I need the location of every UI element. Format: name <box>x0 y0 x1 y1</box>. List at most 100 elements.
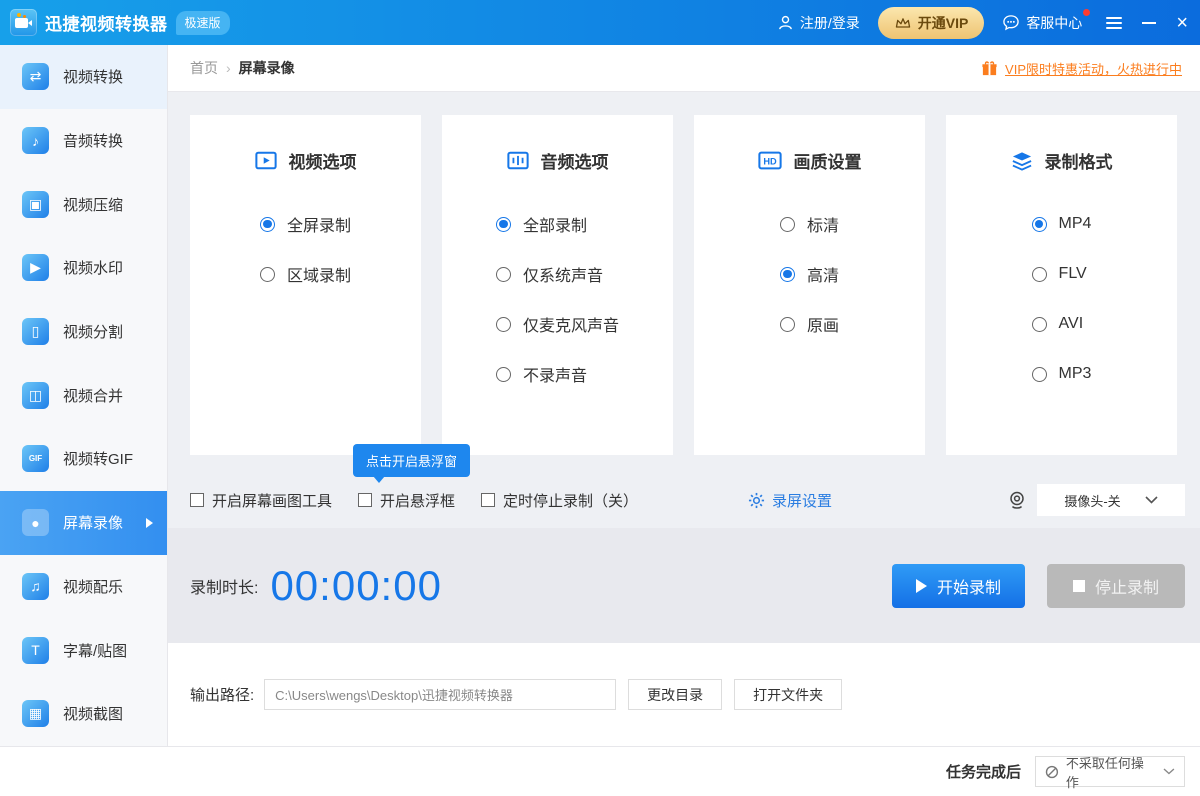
radio-record-all-audio[interactable]: 全部录制 <box>496 199 619 249</box>
gear-icon <box>748 492 765 509</box>
sidebar-item-video-compress[interactable]: ▣ 视频压缩 <box>0 172 167 236</box>
app-title: 迅捷视频转换器 <box>45 10 168 35</box>
sidebar-item-video-merge[interactable]: ◫ 视频合并 <box>0 363 167 427</box>
breadcrumb-home[interactable]: 首页 <box>190 58 218 78</box>
radio-format-mp4[interactable]: MP4 <box>1032 199 1092 249</box>
radio-checked-icon <box>780 267 795 282</box>
radio-no-sound[interactable]: 不录声音 <box>496 349 619 399</box>
minimize-button[interactable] <box>1142 22 1156 24</box>
sidebar-item-label: 视频转GIF <box>63 448 133 469</box>
play-icon <box>916 579 927 593</box>
radio-mic-sound-only[interactable]: 仅麦克风声音 <box>496 299 619 349</box>
record-settings-link[interactable]: 录屏设置 <box>748 490 832 511</box>
sidebar-item-screen-record[interactable]: ● 屏幕录像 <box>0 491 167 555</box>
sidebar-item-video-watermark[interactable]: ▶ 视频水印 <box>0 236 167 300</box>
sidebar-item-video-snapshot[interactable]: ▦ 视频截图 <box>0 682 167 746</box>
svg-text:HD: HD <box>763 157 777 167</box>
open-vip-button[interactable]: 开通VIP <box>878 7 985 39</box>
sidebar-item-label: 视频合并 <box>63 385 123 406</box>
open-vip-label: 开通VIP <box>918 13 969 33</box>
radio-unchecked-icon <box>1032 367 1047 382</box>
timer-section: 录制时长: 00:00:00 开始录制 停止录制 <box>168 528 1200 643</box>
radio-format-flv[interactable]: FLV <box>1032 249 1092 299</box>
radio-format-avi[interactable]: AVI <box>1032 299 1092 349</box>
after-task-select[interactable]: 不采取任何操作 <box>1035 756 1185 787</box>
sidebar-item-label: 字幕/贴图 <box>63 640 127 661</box>
radio-full-screen-record[interactable]: 全屏录制 <box>260 199 351 249</box>
app-logo-icon <box>10 9 37 36</box>
checkbox-unchecked-icon <box>481 493 495 507</box>
breadcrumb-separator: › <box>226 60 231 76</box>
after-task-select-value: 不采取任何操作 <box>1066 753 1156 791</box>
output-path-input[interactable] <box>264 679 616 710</box>
sidebar-item-video-convert[interactable]: ⇄ 视频转换 <box>0 45 167 109</box>
radio-original-quality[interactable]: 原画 <box>780 299 839 349</box>
sidebar-item-video-to-gif[interactable]: GIF 视频转GIF <box>0 427 167 491</box>
menu-icon[interactable] <box>1106 17 1122 29</box>
login-button[interactable]: 注册/登录 <box>777 13 860 33</box>
speed-edition-badge: 极速版 <box>176 11 230 35</box>
close-button[interactable]: × <box>1176 16 1188 30</box>
checkbox-label: 开启悬浮框 <box>380 490 455 511</box>
radio-label: MP3 <box>1059 365 1092 383</box>
radio-label: 高清 <box>807 262 839 286</box>
panel-title-label: 录制格式 <box>1045 148 1113 173</box>
checkbox-floating-frame[interactable]: 开启悬浮框 <box>358 490 455 511</box>
radio-format-mp3[interactable]: MP3 <box>1032 349 1092 399</box>
start-record-label: 开始录制 <box>937 574 1001 598</box>
radio-high-quality[interactable]: 高清 <box>780 249 839 299</box>
sidebar-item-audio-convert[interactable]: ♪ 音频转换 <box>0 109 167 173</box>
radio-checked-icon <box>496 217 511 232</box>
panel-record-format: 录制格式 MP4 FLV AVI <box>946 115 1177 455</box>
support-center-button[interactable]: 客服中心 <box>1002 13 1082 33</box>
camera-select[interactable]: 摄像头-关 <box>1037 484 1185 516</box>
radio-checked-icon <box>260 217 275 232</box>
sidebar-item-label: 屏幕录像 <box>63 512 123 533</box>
radio-label: AVI <box>1059 315 1084 333</box>
vip-promo-link[interactable]: VIP限时特惠活动，火热进行中 <box>981 59 1182 78</box>
stop-record-button[interactable]: 停止录制 <box>1047 564 1185 608</box>
panel-video-options: 视频选项 全屏录制 区域录制 <box>190 115 421 455</box>
panel-title-label: 视频选项 <box>289 148 357 173</box>
floating-window-tooltip: 点击开启悬浮窗 <box>353 444 470 477</box>
radio-label: 区域录制 <box>287 262 351 286</box>
video-options-icon <box>255 151 277 170</box>
radio-label: 全屏录制 <box>287 212 351 236</box>
gift-icon <box>981 60 998 77</box>
video-split-icon: ▯ <box>22 318 49 345</box>
radio-system-sound-only[interactable]: 仅系统声音 <box>496 249 619 299</box>
sidebar-item-video-music[interactable]: ♫ 视频配乐 <box>0 555 167 619</box>
chevron-down-icon <box>1145 496 1158 504</box>
radio-unchecked-icon <box>260 267 275 282</box>
sidebar-item-label: 视频水印 <box>63 257 123 278</box>
sidebar-item-video-split[interactable]: ▯ 视频分割 <box>0 300 167 364</box>
checkbox-screen-draw-tool[interactable]: 开启屏幕画图工具 <box>190 490 332 511</box>
user-icon <box>777 14 794 31</box>
open-folder-button[interactable]: 打开文件夹 <box>734 679 842 710</box>
output-section: 输出路径: 更改目录 打开文件夹 <box>168 643 1200 746</box>
start-record-button[interactable]: 开始录制 <box>892 564 1025 608</box>
checkbox-timed-stop[interactable]: 定时停止录制（关） <box>481 490 638 511</box>
radio-unchecked-icon <box>780 317 795 332</box>
radio-label: 仅麦克风声音 <box>523 312 619 336</box>
radio-standard-quality[interactable]: 标清 <box>780 199 839 249</box>
record-settings-label: 录屏设置 <box>772 490 832 511</box>
radio-region-record[interactable]: 区域录制 <box>260 249 351 299</box>
sidebar-item-label: 视频压缩 <box>63 194 123 215</box>
support-center-label: 客服中心 <box>1026 13 1082 33</box>
stop-icon <box>1073 580 1085 592</box>
radio-unchecked-icon <box>1032 267 1047 282</box>
notification-dot <box>1083 9 1090 16</box>
breadcrumb-current: 屏幕录像 <box>239 58 295 78</box>
audio-convert-icon: ♪ <box>22 127 49 154</box>
sidebar-item-label: 视频配乐 <box>63 576 123 597</box>
sidebar-item-label: 视频分割 <box>63 321 123 342</box>
checkbox-unchecked-icon <box>358 493 372 507</box>
stop-record-label: 停止录制 <box>1095 574 1159 598</box>
video-to-gif-icon: GIF <box>22 445 49 472</box>
camera-select-value: 摄像头-关 <box>1064 491 1120 510</box>
sidebar-item-subtitle-sticker[interactable]: T 字幕/贴图 <box>0 618 167 682</box>
radio-label: 全部录制 <box>523 212 587 236</box>
radio-label: 仅系统声音 <box>523 262 603 286</box>
change-directory-button[interactable]: 更改目录 <box>628 679 722 710</box>
